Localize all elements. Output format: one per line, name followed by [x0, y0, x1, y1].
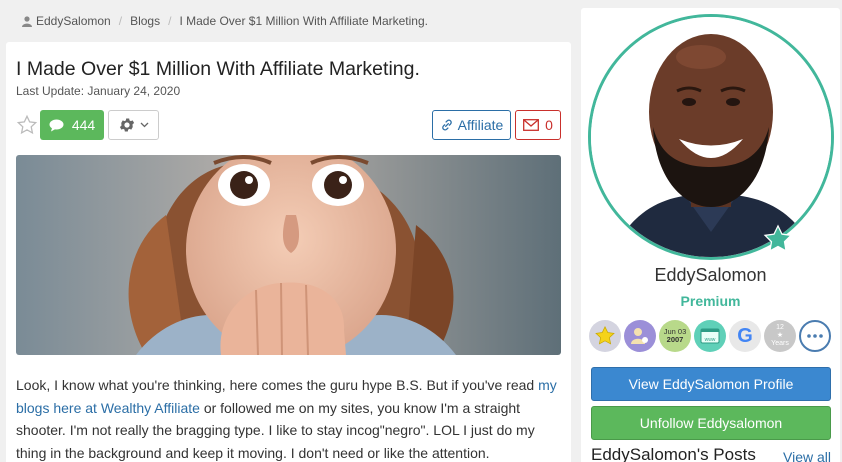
post-toolbar: 444 Affiliate 0: [16, 110, 561, 140]
view-all-link[interactable]: View all: [783, 449, 831, 462]
breadcrumb-separator: /: [118, 14, 123, 28]
mail-count: 0: [545, 117, 553, 133]
google-badge-icon[interactable]: G: [729, 320, 761, 352]
post-body-lead: Look, I know what you're thinking, here …: [16, 377, 539, 393]
envelope-icon: [523, 119, 540, 131]
user-icon: [22, 15, 32, 27]
years-badge-number: 12: [776, 324, 784, 331]
profile-sidebar: EddySalomon Premium Jun 03 2007 www G 12…: [581, 8, 840, 462]
mail-button[interactable]: 0: [515, 110, 561, 140]
breadcrumb-separator: /: [168, 14, 172, 28]
breadcrumb-user-link[interactable]: EddySalomon: [36, 14, 111, 28]
more-badges-button[interactable]: [799, 320, 831, 352]
avatar-container: [588, 14, 834, 260]
gear-icon: [119, 118, 135, 132]
unfollow-button[interactable]: Unfollow Eddysalomon: [591, 406, 831, 440]
profile-username[interactable]: EddySalomon: [581, 265, 840, 286]
star-badge-icon[interactable]: [589, 320, 621, 352]
comments-button[interactable]: 444: [40, 110, 104, 140]
affiliate-link-button[interactable]: Affiliate: [432, 110, 511, 140]
website-badge-label: www: [704, 337, 716, 343]
date-badge-icon[interactable]: Jun 03 2007: [659, 320, 691, 352]
date-badge-year: 2007: [666, 335, 684, 344]
years-badge-label: Years: [771, 340, 789, 347]
breadcrumb-current: I Made Over $1 Million With Affiliate Ma…: [179, 14, 428, 28]
link-icon: [441, 119, 452, 131]
premium-star-icon: [763, 224, 793, 252]
membership-status: Premium: [680, 293, 741, 309]
more-icon: [807, 334, 823, 338]
breadcrumb: EddySalomon / Blogs / I Made Over $1 Mil…: [22, 14, 428, 28]
favorite-star-icon[interactable]: [16, 114, 38, 136]
avatar[interactable]: [588, 14, 834, 260]
affiliate-label: Affiliate: [457, 117, 504, 133]
website-badge-icon[interactable]: www: [694, 320, 726, 352]
view-profile-button[interactable]: View EddySalomon Profile: [591, 367, 831, 401]
post-body-text: Look, I know what you're thinking, here …: [16, 374, 561, 462]
years-badge-star: ★: [776, 332, 784, 339]
post-title: I Made Over $1 Million With Affiliate Ma…: [16, 58, 420, 80]
years-badge-icon[interactable]: 12 ★ Years: [764, 320, 796, 352]
user-gear-badge-icon[interactable]: [624, 320, 656, 352]
posts-heading: EddySalomon's Posts: [591, 445, 756, 462]
post-hero-image: [16, 155, 561, 355]
comment-icon: [49, 119, 64, 131]
settings-dropdown-button[interactable]: [108, 110, 159, 140]
post-card: I Made Over $1 Million With Affiliate Ma…: [6, 42, 571, 462]
breadcrumb-blogs-link[interactable]: Blogs: [130, 14, 160, 28]
comment-count: 444: [71, 117, 96, 133]
last-update-text: Last Update: January 24, 2020: [16, 84, 181, 98]
chevron-down-icon: [140, 122, 149, 128]
badge-row: Jun 03 2007 www G 12 ★ Years: [589, 320, 831, 352]
